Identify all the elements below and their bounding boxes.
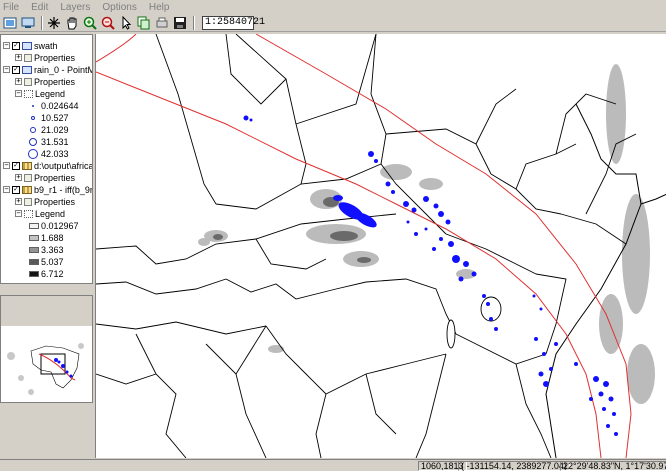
menu-layers[interactable]: Layers — [60, 2, 90, 13]
entire-map-icon[interactable] — [2, 15, 18, 31]
layer-rain-properties[interactable]: + Properties — [15, 76, 75, 87]
layer-output[interactable]: − ✓ d:\output\africa- — [3, 160, 93, 171]
layer-visible-checkbox[interactable]: ✓ — [12, 41, 20, 50]
legend-value: 31.531 — [41, 136, 69, 147]
layer-name: b9_r1 - iff(b_9r> — [34, 184, 93, 195]
expand-toggle[interactable]: + — [15, 78, 22, 85]
properties-icon — [24, 77, 32, 86]
color-swatch — [29, 222, 39, 229]
collapse-toggle[interactable]: − — [15, 90, 22, 97]
properties-label: Properties — [34, 76, 76, 87]
properties-icon — [24, 197, 32, 206]
color-swatch — [29, 258, 39, 265]
status-bar: 1060,1813 ( -131154.14, 2389277.04) 22°2… — [0, 459, 666, 471]
print-icon[interactable] — [154, 15, 170, 31]
collapse-toggle[interactable]: − — [3, 186, 10, 193]
properties-label: Properties — [34, 172, 76, 183]
layer-name: rain_0 - PointMap — [34, 64, 92, 75]
legend-value: 42.033 — [41, 148, 69, 159]
refresh-map-icon[interactable] — [20, 15, 36, 31]
raster-layer-icon — [22, 185, 32, 194]
legend-entry: 5.037 — [29, 256, 64, 267]
legend-entry: 0.024644 — [27, 100, 79, 111]
legend-entry: 10.527 — [27, 112, 69, 123]
legend-value: 3.363 — [41, 244, 64, 255]
collapse-toggle[interactable]: − — [3, 162, 10, 169]
layer-b9-legend[interactable]: − Legend — [15, 208, 65, 219]
status-latlon: 22°29'48.83"N, 1°17'30.97"W — [560, 461, 666, 471]
layer-b9[interactable]: − ✓ b9_r1 - iff(b_9r> — [3, 184, 93, 195]
pan-hand-icon[interactable] — [64, 15, 80, 31]
layer-visible-checkbox[interactable]: ✓ — [12, 65, 20, 74]
scale-field[interactable]: 1:25840721 — [202, 15, 265, 30]
legend-entry: 0.012967 — [29, 220, 79, 231]
properties-label: Properties — [34, 196, 76, 207]
menu-file[interactable]: File — [3, 2, 19, 13]
layer-visible-checkbox[interactable]: ✓ — [12, 185, 20, 194]
legend-entry: 42.033 — [27, 148, 69, 159]
layer-visible-checkbox[interactable]: ✓ — [12, 161, 20, 170]
layer-swath[interactable]: − ✓ swath — [3, 40, 58, 51]
legend-value: 0.012967 — [41, 220, 79, 231]
legend-icon — [24, 209, 33, 218]
legend-value: 5.037 — [41, 256, 64, 267]
menu-help[interactable]: Help — [149, 2, 170, 13]
point-layer-icon — [22, 65, 32, 74]
collapse-toggle[interactable]: − — [15, 210, 22, 217]
legend-entry: 6.712 — [29, 268, 64, 279]
collapse-toggle[interactable]: − — [3, 42, 10, 49]
overview-map[interactable] — [0, 295, 93, 403]
legend-value: 0.024644 — [41, 100, 79, 111]
expand-toggle[interactable]: + — [15, 198, 22, 205]
legend-value: 6.712 — [41, 268, 64, 279]
legend-label: Legend — [35, 208, 66, 219]
segment-layer-icon — [22, 41, 32, 50]
layer-rain[interactable]: − ✓ rain_0 - PointMap — [3, 64, 92, 75]
legend-value: 10.527 — [41, 112, 69, 123]
zoom-out-icon[interactable] — [100, 15, 116, 31]
properties-label: Properties — [34, 52, 76, 63]
legend-entry: 1.688 — [29, 232, 64, 243]
save-icon[interactable] — [172, 15, 188, 31]
legend-value: 21.029 — [41, 124, 69, 135]
layer-name: swath — [34, 40, 58, 51]
menu-bar: File Edit Layers Options Help — [0, 0, 666, 14]
select-arrow-icon[interactable] — [118, 15, 134, 31]
toolbar-separator — [193, 15, 195, 30]
color-swatch — [29, 246, 39, 253]
collapse-toggle[interactable]: − — [3, 66, 10, 73]
legend-entry: 31.531 — [27, 136, 69, 147]
toolbar-separator — [41, 15, 43, 30]
zoom-in-icon[interactable] — [82, 15, 98, 31]
layer-rain-legend[interactable]: − Legend — [15, 88, 65, 99]
layer-b9-properties[interactable]: + Properties — [15, 196, 75, 207]
legend-label: Legend — [35, 88, 66, 99]
legend-entry: 21.029 — [27, 124, 69, 135]
layer-output-properties[interactable]: + Properties — [15, 172, 75, 183]
expand-toggle[interactable]: + — [15, 174, 22, 181]
status-map-coords: ( -131154.14, 2389277.04) — [458, 461, 570, 471]
menu-options[interactable]: Options — [102, 2, 136, 13]
legend-entry: 3.363 — [29, 244, 64, 255]
properties-icon — [24, 173, 32, 182]
legend-icon — [24, 89, 33, 98]
layer-name: d:\output\africa- — [34, 160, 93, 171]
layer-swath-properties[interactable]: + Properties — [15, 52, 75, 63]
expand-toggle[interactable]: + — [15, 54, 22, 61]
toolbar: 1:25840721 — [0, 14, 666, 32]
legend-value: 1.688 — [41, 232, 64, 243]
select-point-icon[interactable] — [46, 15, 62, 31]
raster-layer-icon — [22, 161, 32, 170]
color-swatch — [29, 270, 39, 277]
properties-icon — [24, 53, 32, 62]
map-window[interactable] — [95, 34, 666, 458]
copy-map-icon[interactable] — [136, 15, 152, 31]
color-swatch — [29, 234, 39, 241]
menu-edit[interactable]: Edit — [31, 2, 48, 13]
layer-tree: − ✓ swath + Properties − ✓ rain_0 - Poin… — [0, 34, 93, 284]
